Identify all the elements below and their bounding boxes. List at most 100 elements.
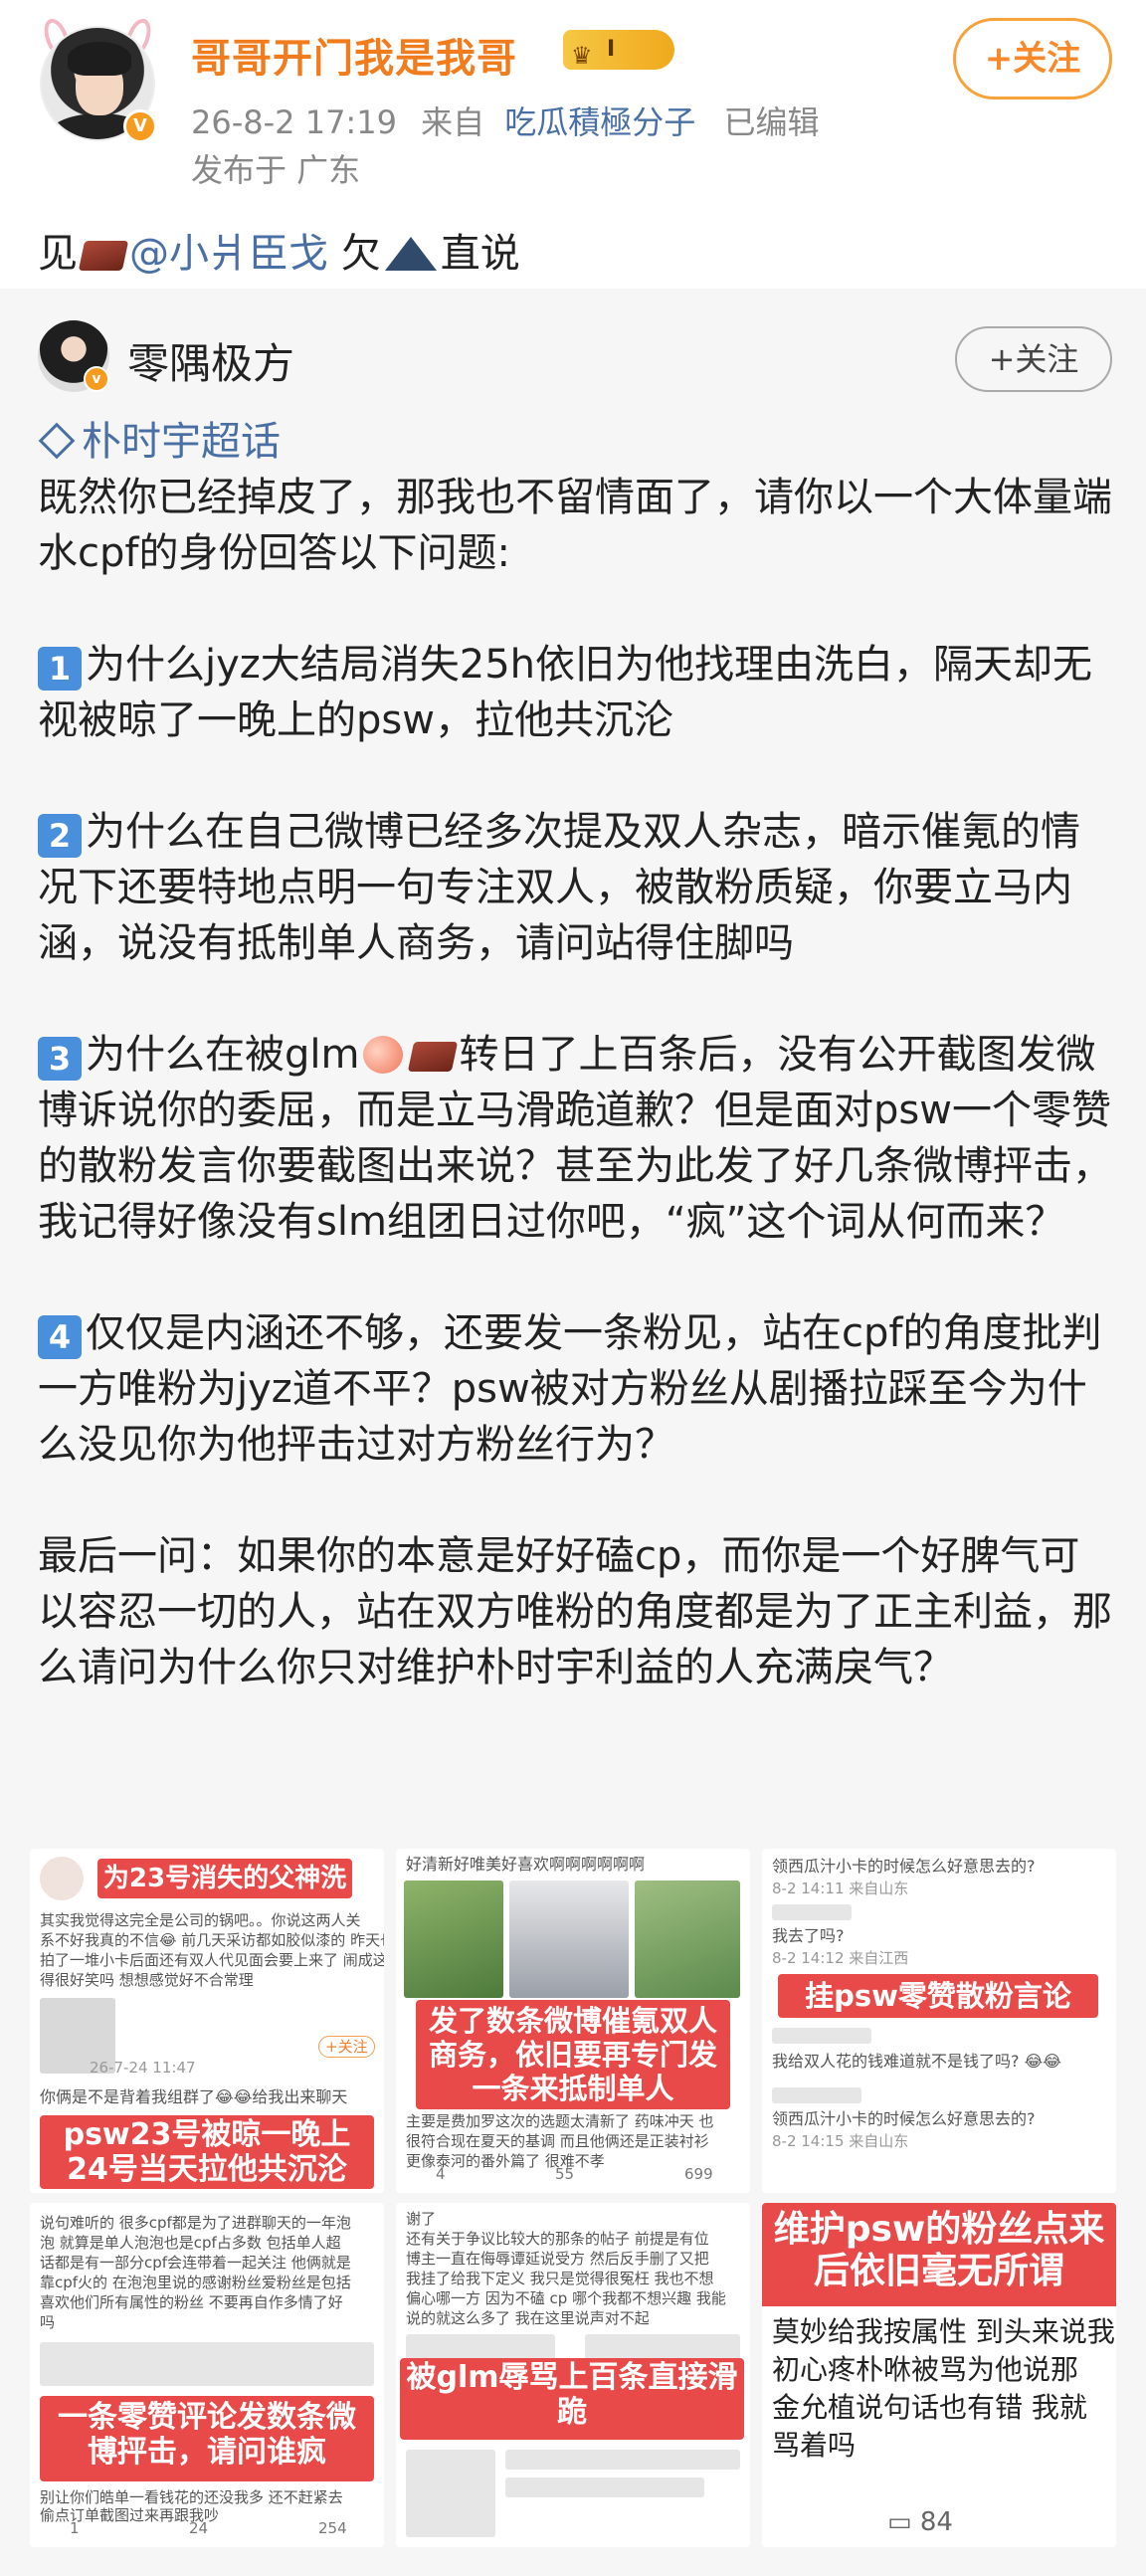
question-3-text-a: 为什么在被glm: [86, 1032, 360, 1078]
number-2-icon: 2: [38, 814, 82, 858]
question-2: 2 为什么在自己微博已经多次提及双人杂志，暗示催氪的情况下还要特地点明一句专注双人…: [38, 804, 1112, 971]
brick-emoji-icon: [408, 1042, 459, 1072]
image-tile-4-label: 一条零赞评论发数条微博抨击，请问谁疯: [40, 2396, 374, 2481]
mention-link[interactable]: @小爿臣戈: [129, 231, 328, 277]
tile-reply: 你俩是不是背着我组群了😂😂给我出来聊天: [40, 2087, 348, 2106]
tile-text-line: 金允植说句话也有错 我就: [772, 2391, 1087, 2424]
post-text-post: 直说: [440, 231, 520, 277]
post-text-pre: 见: [38, 231, 78, 277]
tile-text-line: 领西瓜汁小卡的时候怎么好意思去的?: [772, 2109, 1036, 2128]
image-grid: 为23号消失的父神洗 其实我觉得这完全是公司的锅吧。。你说这两人关 系不好我真的…: [30, 1849, 1116, 2547]
question-2-text: 为什么在自己微博已经多次提及双人杂志，暗示催氪的情况下还要特地点明一句专注双人，…: [38, 809, 1080, 966]
tile-meta: 8-2 14:11 来自山东: [772, 1880, 909, 1897]
supertopic-label: 朴时宇超话: [82, 419, 281, 465]
comment-count-area[interactable]: ▭ 84: [887, 2507, 953, 2537]
like-count: 254: [318, 2519, 347, 2537]
quoted-user-name[interactable]: 零隅极方: [127, 330, 294, 391]
comment-count: 4: [436, 2165, 446, 2183]
repost-count: 55: [555, 2165, 575, 2183]
tile-text-line: 喜欢他们所有属性的粉丝 不要再自作多情了好: [40, 2293, 343, 2311]
post-text: 见 @小爿臣戈 欠 直说: [38, 221, 520, 279]
image-tile-2-label: 发了数条微博催氪双人商务，依旧要再专门发一条来抵制单人: [416, 2000, 730, 2109]
level-badge: ♛ I: [563, 30, 674, 70]
tile-follow: +关注: [318, 2036, 375, 2058]
final-question: 最后一问：如果你的本意是好好磕cp，而你是一个好脾气可以容忍一切的人，站在双方唯…: [38, 1533, 1112, 1690]
number-3-icon: 3: [38, 1037, 82, 1081]
question-4: 4 仅仅是内涵还不够，还要发一条粉见，站在cpf的角度批判一方唯粉为jyz道不平？…: [38, 1305, 1112, 1473]
tile-text-line: 得很好笑吗 想想感觉好不合常理: [40, 1971, 254, 1989]
verified-icon: V: [123, 109, 157, 143]
image-tile-6[interactable]: 维护psw的粉丝点来后依旧毫无所谓 莫妙给我按属性 到头来说我 初心疼朴咻被骂为…: [762, 2203, 1116, 2547]
number-4-icon: 4: [38, 1315, 82, 1359]
quoted-body: 朴时宇超话 既然你已经掉皮了，那我也不留情面了，请你以一个大体量端水cpf的身份…: [38, 414, 1112, 1751]
quoted-intro: 既然你已经掉皮了，那我也不留情面了，请你以一个大体量端水cpf的身份回答以下问题…: [38, 475, 1112, 576]
supertopic-link[interactable]: 朴时宇超话: [38, 414, 1112, 470]
image-tile-3[interactable]: 领西瓜汁小卡的时候怎么好意思去的? 8-2 14:11 来自山东 我去了吗? 8…: [762, 1849, 1116, 2193]
question-3: 3 为什么在被glm 转日了上百条后，没有公开截图发微博诉说你的委屈，而是立马滑跪道…: [38, 1027, 1112, 1250]
comment-icon: ▭: [887, 2507, 912, 2537]
tile-text-line: 其实我觉得这完全是公司的锅吧。。你说这两人关: [40, 1911, 361, 1929]
tile-text-line: 我去了吗?: [772, 1926, 845, 1945]
like-count: 699: [684, 2165, 713, 2183]
tile-meta: 8-2 14:12 来自江西: [772, 1949, 909, 1967]
post-date: 26-8-2 17:19: [191, 103, 397, 141]
post-source[interactable]: 吃瓜積極分子: [504, 103, 695, 141]
from-label: 来自: [421, 103, 485, 141]
image-tile-1-top-label: 为23号消失的父神洗: [97, 1859, 352, 1898]
post-text-mid: 欠: [340, 231, 381, 277]
brick-emoji-icon: [78, 241, 129, 271]
tile-text-line: 话都是有一部分cpf会连带着一起关注 他俩就是: [40, 2254, 351, 2272]
image-tile-2[interactable]: 好清新好唯美好喜欢啊啊啊啊啊啊 发了数条微博催氪双人商务，依旧要再专门发一条来抵…: [396, 1849, 750, 2193]
tile-text-line: 系不好我真的不信😂 前几天采访都如胶似漆的 昨天也: [40, 1931, 384, 1949]
comment-count: 1: [70, 2519, 80, 2537]
post-header: V 哥哥开门我是我哥 ♛ I 26-8-2 17:19 来自 吃瓜積極分子 已编…: [0, 0, 1146, 199]
image-tile-1[interactable]: 为23号消失的父神洗 其实我觉得这完全是公司的锅吧。。你说这两人关 系不好我真的…: [30, 1849, 384, 2193]
tile-meta: 8-2 14:15 来自山东: [772, 2132, 909, 2150]
tile-text-line: 还有关于争议比较大的那条的帖子 前提是有位: [406, 2230, 709, 2248]
repost-count: 24: [189, 2519, 209, 2537]
tile-text-line: 骂着吗: [772, 2429, 857, 2462]
follow-button[interactable]: +关注: [953, 18, 1112, 99]
post-meta: 26-8-2 17:19 来自 吃瓜積極分子 已编辑: [191, 98, 819, 143]
supertopic-diamond-icon: [38, 422, 76, 460]
tile-reply: 别让你们皓单一看钱花的还没我多 还不赶紧去: [40, 2488, 343, 2506]
tile-text-line: 靠cpf火的 在泡泡里说的感谢粉丝爱粉丝是包括: [40, 2274, 351, 2291]
question-1-text: 为什么jyz大结局消失25h依旧为他找理由洗白，隔天却无视被晾了一晚上的psw，…: [38, 642, 1093, 743]
mountain-emoji-icon: [384, 237, 437, 271]
tile-text-line: 领西瓜汁小卡的时候怎么好意思去的?: [772, 1857, 1036, 1876]
edited-label: 已编辑: [723, 103, 820, 141]
tile-text-line: 拍了一堆小卡后面还有双人代见面会要上来了 闹成这样不觉: [40, 1951, 384, 1969]
image-tile-3-label: 挂psw零赞散粉言论: [778, 1974, 1098, 2018]
image-tile-5-label: 被glm辱骂上百条直接滑跪: [400, 2358, 744, 2440]
tile-date: 26-7-24 11:47: [90, 2059, 196, 2077]
tile-text-line: 说句难听的 很多cpf都是为了进群聊天的一年泡: [40, 2214, 351, 2232]
tile-text-line: 我挂了给我下定义 我只是觉得很冤枉 我也不想: [406, 2270, 714, 2287]
question-4-text: 仅仅是内涵还不够，还要发一条粉见，站在cpf的角度批判一方唯粉为jyz道不平？p…: [38, 1310, 1102, 1468]
quoted-follow-button[interactable]: +关注: [955, 326, 1112, 392]
user-name[interactable]: 哥哥开门我是我哥: [191, 26, 517, 84]
image-tile-1-label: psw23号被晾一晚上24号当天拉他共沉沦: [40, 2115, 374, 2189]
peach-emoji-icon: [363, 1036, 404, 1074]
tile-text-line: 我给双人花的钱难道就不是钱了吗? 😂😂: [772, 2052, 1061, 2071]
tile-text-line: 说的就这么多了 我在这里说声对不起: [406, 2309, 650, 2327]
number-1-icon: 1: [38, 647, 82, 691]
avatar[interactable]: V: [36, 15, 161, 143]
tile-text-line: 博主一直在侮辱谭延说受方 然后反手删了又把: [406, 2250, 709, 2268]
level-badge-text: I: [607, 37, 616, 62]
image-tile-4[interactable]: 说句难听的 很多cpf都是为了进群聊天的一年泡 泡 就算是单人泡泡也是cpf占多…: [30, 2203, 384, 2547]
image-tile-6-label: 维护psw的粉丝点来后依旧毫无所谓: [762, 2203, 1116, 2306]
verified-icon: v: [84, 366, 109, 392]
image-tile-5[interactable]: 谢了 还有关于争议比较大的那条的帖子 前提是有位 博主一直在侮辱谭延说受方 然后…: [396, 2203, 750, 2547]
comment-count: 84: [919, 2507, 953, 2537]
tile-text-line: 偏心哪一方 因为不磕 cp 哪个我都不想兴趣 我能: [406, 2289, 726, 2307]
tile-text-line: 初心疼朴咻被骂为他说那: [772, 2353, 1079, 2386]
crown-icon: ♛: [571, 42, 593, 70]
tile-text-line: 泡 就算是单人泡泡也是cpf占多数 包括单人超: [40, 2234, 341, 2252]
post-location: 发布于 广东: [191, 151, 361, 189]
tile-text-line: 主要是费加罗这次的选题太清新了 药味冲天 也: [406, 2112, 714, 2130]
tile-text-line: 吗: [40, 2313, 56, 2331]
tile-text-line: 谢了: [406, 2210, 437, 2228]
tile-text-line: 很符合现在夏天的基调 而且他俩还是正装衬衫: [406, 2132, 709, 2150]
tile-text-line: 莫妙给我按属性 到头来说我: [772, 2315, 1115, 2348]
question-1: 1 为什么jyz大结局消失25h依旧为他找理由洗白，隔天却无视被晾了一晚上的psw…: [38, 637, 1112, 748]
